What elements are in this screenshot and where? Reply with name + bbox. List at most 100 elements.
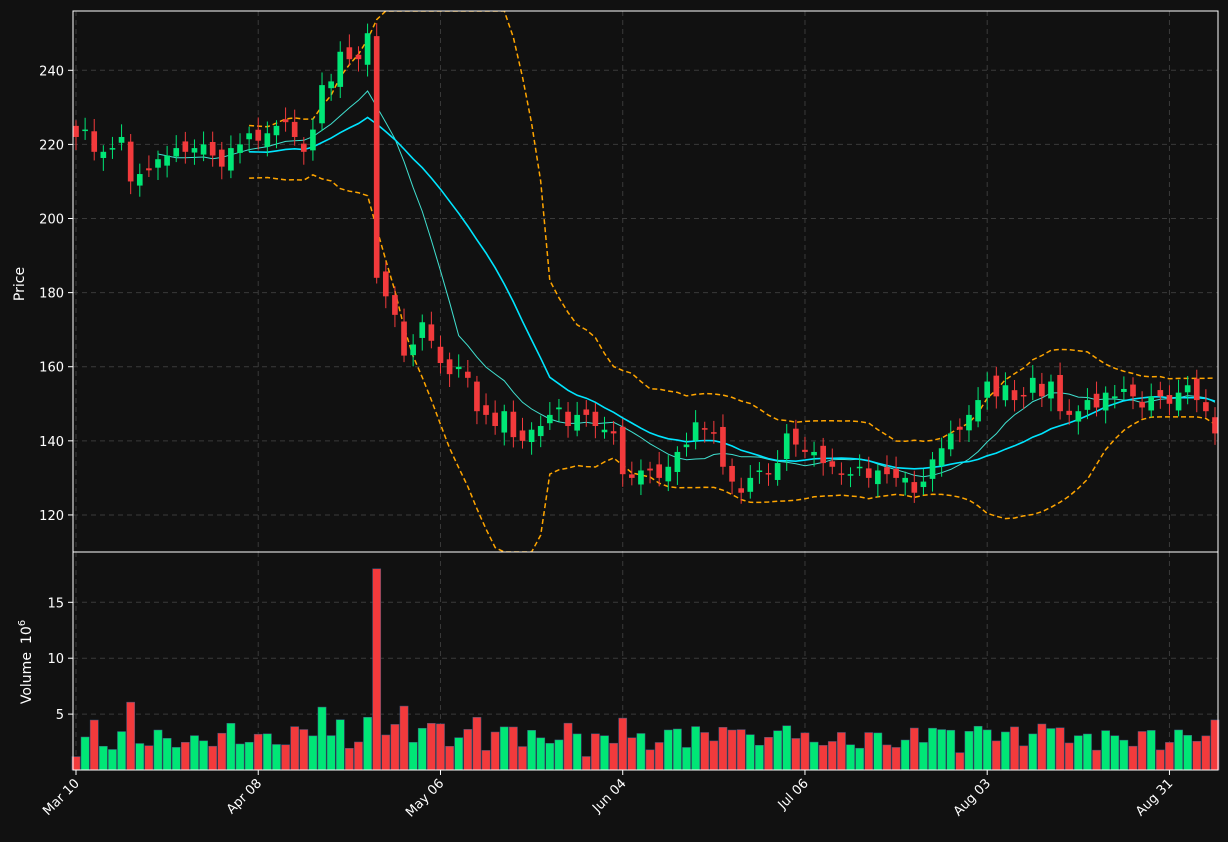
volume-bar — [937, 729, 946, 771]
volume-bar — [736, 729, 746, 771]
volume-axis-exponent-base: 10 — [19, 626, 35, 644]
candle-body — [282, 119, 289, 123]
volume-bar — [900, 739, 910, 771]
price-tick-label: 140 — [39, 435, 64, 450]
candle-body — [674, 451, 681, 472]
volume-bar — [827, 741, 837, 771]
candle-body — [1066, 410, 1073, 415]
volume-bar — [855, 747, 864, 771]
volume-bar — [727, 729, 737, 771]
volume-bar — [527, 730, 536, 771]
volume-bar — [709, 740, 719, 771]
candle-body — [793, 428, 799, 445]
volume-bar — [1092, 749, 1101, 771]
volume-bar — [108, 749, 117, 771]
volume-bar — [691, 726, 700, 771]
volume-bar — [345, 748, 354, 771]
candle-body — [774, 463, 781, 480]
volume-bar — [126, 701, 136, 771]
candle-body — [1084, 400, 1091, 410]
candle-body — [1193, 378, 1200, 401]
candle-body — [920, 481, 927, 488]
candle-body — [756, 470, 763, 472]
candle-body — [811, 451, 817, 456]
candle-body — [747, 477, 754, 492]
volume-bar — [1010, 726, 1019, 771]
volume-bar — [454, 737, 464, 771]
candle-body — [1048, 381, 1054, 399]
candle-body — [902, 477, 909, 483]
volume-bar — [89, 719, 99, 771]
volume-bar — [1165, 742, 1174, 771]
volume-bar — [499, 726, 509, 771]
candle-body — [565, 411, 571, 427]
volume-bar — [563, 722, 573, 771]
volume-bar — [964, 731, 974, 771]
candle-body — [528, 429, 535, 443]
volume-bar — [809, 741, 819, 771]
volume-bar — [299, 729, 309, 771]
volume-bar — [199, 740, 208, 771]
candle-body — [300, 143, 307, 152]
candle-body — [966, 414, 972, 431]
volume-bar — [436, 723, 445, 771]
volume-bar — [745, 734, 755, 771]
candle-body — [127, 141, 134, 182]
volume-bar — [581, 756, 591, 771]
candle-body — [938, 448, 945, 466]
volume-bar — [1201, 735, 1211, 771]
price-tick-label: 120 — [39, 509, 64, 524]
volume-bar — [837, 732, 846, 771]
volume-bar — [1028, 733, 1038, 771]
volume-bar — [955, 752, 965, 771]
candle-body — [291, 121, 298, 137]
volume-bar — [335, 719, 345, 771]
candle-body — [474, 381, 480, 412]
candle-body — [720, 426, 726, 467]
volume-bar — [144, 745, 154, 771]
candle-body — [947, 433, 954, 450]
volume-bar — [873, 732, 883, 771]
volume-bar — [417, 727, 427, 771]
volume-bar — [818, 745, 828, 771]
candle-body — [464, 371, 471, 378]
volume-tick-label: 5 — [56, 708, 64, 723]
candle-body — [264, 133, 271, 147]
volume-bar — [891, 747, 901, 771]
candle-body — [619, 426, 626, 475]
price-tick-label: 180 — [39, 287, 64, 302]
candle-body — [401, 321, 407, 356]
candle-body — [382, 271, 389, 297]
candle-body — [1175, 392, 1182, 411]
candle-body — [975, 400, 981, 422]
volume-bar — [545, 743, 555, 771]
candle-body — [155, 159, 161, 168]
volume-bar — [317, 706, 327, 771]
volume-bar — [773, 730, 782, 771]
volume-bar — [1101, 730, 1111, 771]
volume-bar — [1055, 727, 1065, 771]
volume-bar — [572, 733, 582, 771]
candle-body — [228, 148, 234, 171]
candle-body — [884, 467, 890, 475]
candle-body — [483, 405, 489, 415]
volume-bar — [609, 742, 618, 771]
candle-body — [428, 324, 435, 341]
candle-body — [638, 470, 644, 485]
volume-bar — [909, 727, 919, 771]
volume-bar — [408, 742, 418, 771]
candle-body — [118, 136, 125, 143]
volume-bar — [919, 742, 928, 771]
volume-bar — [1192, 741, 1202, 771]
candle-body — [109, 148, 116, 150]
volume-bar — [290, 726, 300, 771]
candle-body — [273, 125, 280, 136]
candle-body — [729, 465, 735, 482]
candle-body — [1002, 385, 1009, 401]
candle-body — [519, 430, 526, 441]
volume-bar — [846, 744, 855, 771]
candle-body — [711, 432, 717, 434]
volume-bar — [1183, 735, 1193, 771]
candle-body — [929, 459, 936, 479]
volume-bar — [663, 729, 673, 771]
